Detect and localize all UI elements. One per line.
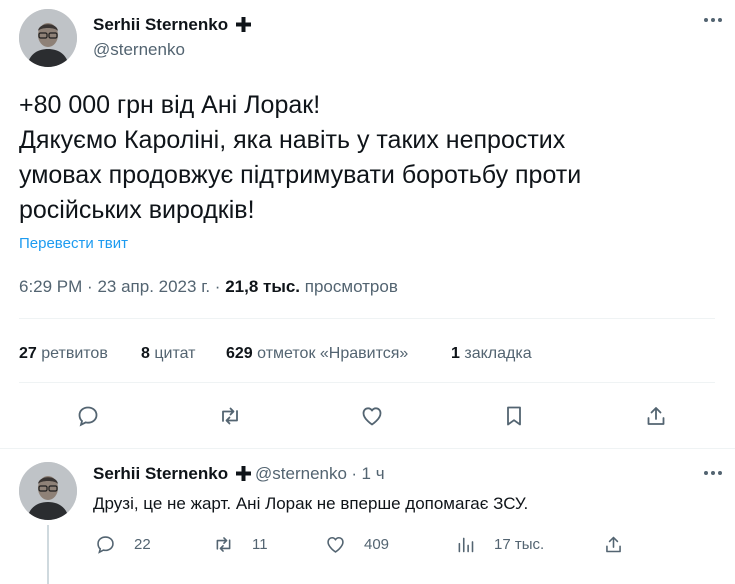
reply-views-action[interactable]: 17 тыс. — [455, 534, 544, 555]
divider — [0, 448, 735, 449]
retweets-count: 11 — [252, 536, 268, 553]
likes-stat[interactable]: 629 отметок «Нравится» — [226, 345, 408, 363]
bookmarks-stat[interactable]: 1 закладка — [451, 345, 532, 363]
cross-icon — [235, 466, 251, 486]
tweet-meta: 6:29 PM · 23 апр. 2023 г. · 21,8 тыс. пр… — [19, 277, 398, 297]
retweets-stat[interactable]: 27 ретвитов — [19, 345, 108, 363]
author-name-row[interactable]: Serhii Sternenko — [93, 15, 251, 37]
retweets-count: 27 — [19, 345, 37, 362]
retweet-icon[interactable] — [218, 404, 242, 428]
reply-time[interactable]: 1 ч — [362, 464, 385, 483]
translate-link[interactable]: Перевести твит — [19, 235, 128, 252]
reply-reply-action[interactable]: 22 — [95, 534, 151, 555]
author-name[interactable]: Serhii Sternenko — [93, 15, 228, 34]
replies-count: 22 — [134, 536, 151, 553]
views-label: просмотров — [304, 277, 398, 296]
retweet-icon — [213, 534, 234, 555]
reply-separator: · — [351, 464, 358, 483]
author-avatar[interactable] — [19, 9, 77, 67]
tweet-text-line: +80 000 грн від Ані Лорак! — [19, 91, 321, 119]
quotes-label: цитат — [154, 345, 196, 362]
bookmark-icon[interactable] — [502, 404, 526, 428]
reply-icon[interactable] — [76, 404, 100, 428]
views-icon — [455, 534, 476, 555]
views-count: 17 тыс. — [494, 536, 545, 553]
like-icon — [325, 534, 346, 555]
tweet-text: +80 000 грн від Ані Лорак! Дякуємо Карол… — [19, 88, 581, 228]
reply-author-name[interactable]: Serhii Sternenko — [93, 464, 228, 483]
author-handle[interactable]: @sternenko — [93, 40, 185, 60]
reply-handle[interactable]: @sternenko — [255, 464, 347, 483]
share-icon[interactable] — [644, 404, 668, 428]
tweet-text-line: Дякуємо Кароліні, яка навіть у таких неп… — [19, 126, 566, 154]
quotes-count: 8 — [141, 345, 150, 362]
divider — [19, 318, 715, 319]
meta-separator: · — [87, 277, 93, 296]
bookmarks-count: 1 — [451, 345, 460, 362]
more-options-icon[interactable] — [703, 10, 723, 36]
reply-author-avatar[interactable] — [19, 462, 77, 520]
reply-retweet-action[interactable]: 11 — [213, 534, 268, 555]
divider — [19, 382, 715, 383]
quotes-stat[interactable]: 8 цитат — [141, 345, 195, 363]
tweet-text-line: умовах продовжує підтримувати боротьбу п… — [19, 161, 582, 189]
tweet-time[interactable]: 6:29 PM — [19, 277, 82, 296]
cross-icon — [235, 17, 251, 37]
thread-line — [47, 525, 49, 584]
bookmarks-label: закладка — [464, 345, 532, 362]
retweets-label: ретвитов — [41, 345, 108, 362]
likes-count: 629 — [226, 345, 253, 362]
meta-separator: · — [214, 277, 221, 296]
reply-share-action[interactable] — [603, 534, 624, 555]
reply-header: Serhii Sternenko @sternenko · 1 ч — [93, 464, 385, 486]
reply-icon — [95, 534, 116, 555]
reply-text: Друзі, це не жарт. Ані Лорак не вперше д… — [93, 494, 529, 513]
tweet-text-line: російських виродків! — [19, 196, 255, 224]
views-count: 21,8 тыс. — [225, 277, 301, 296]
reply-like-action[interactable]: 409 — [325, 534, 389, 555]
share-icon — [603, 534, 624, 555]
likes-count: 409 — [364, 536, 390, 553]
like-icon[interactable] — [360, 404, 384, 428]
tweet-date[interactable]: 23 апр. 2023 г. — [97, 277, 210, 296]
reply-more-options-icon[interactable] — [703, 463, 723, 489]
likes-label: отметок «Нравится» — [257, 345, 409, 362]
